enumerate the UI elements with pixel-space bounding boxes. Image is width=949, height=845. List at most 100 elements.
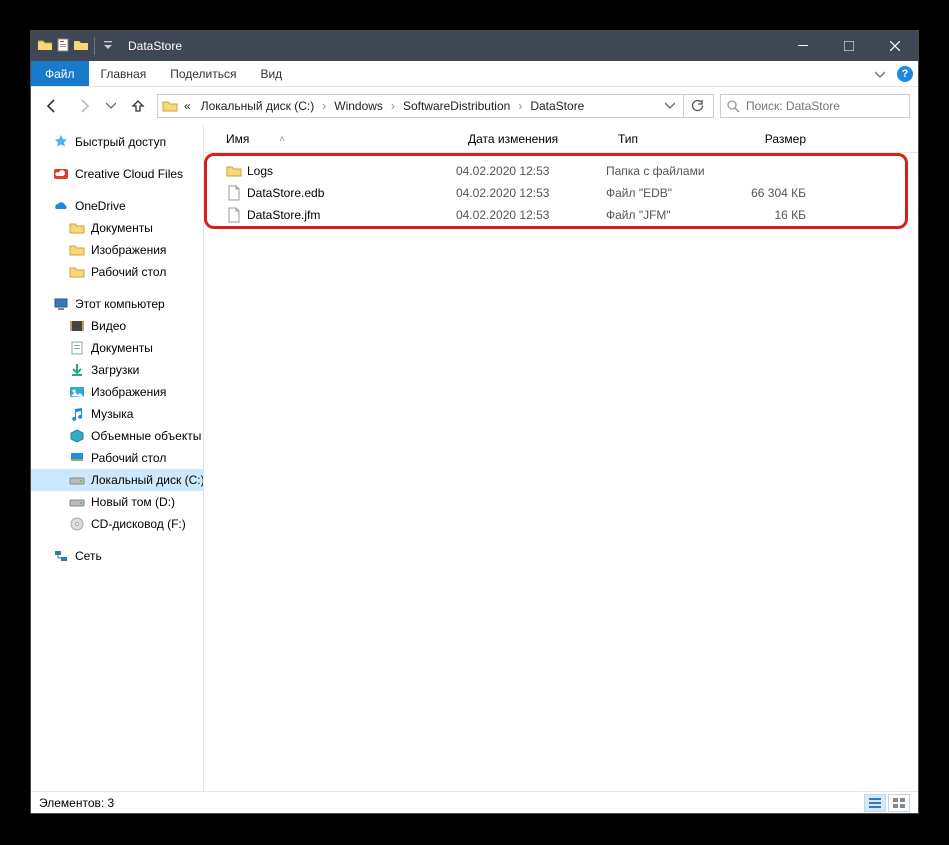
breadcrumb-item[interactable]: DataStore [526, 99, 588, 113]
chevron-right-icon[interactable]: › [516, 99, 524, 113]
search-box[interactable] [720, 94, 910, 118]
sidebar-item[interactable]: CD-дисковод (F:) [31, 513, 203, 535]
minimize-button[interactable] [780, 31, 826, 61]
breadcrumb-item[interactable]: Локальный диск (C:) [197, 99, 319, 113]
onedrive-icon [53, 198, 69, 214]
search-icon [727, 100, 740, 113]
sidebar-item[interactable]: Рабочий стол [31, 261, 203, 283]
sidebar-item-network[interactable]: Сеть [31, 545, 203, 567]
sidebar-label: Новый том (D:) [91, 495, 175, 509]
pc-icon [53, 296, 69, 312]
sidebar-item[interactable]: Документы [31, 337, 203, 359]
sidebar-item[interactable]: Документы [31, 217, 203, 239]
video-icon [69, 318, 85, 334]
docs-icon [69, 340, 85, 356]
column-date[interactable]: Дата изменения [456, 132, 606, 146]
sidebar-label: Локальный диск (C:) [91, 473, 204, 487]
down-icon [69, 362, 85, 378]
folder-icon [162, 98, 178, 114]
file-list[interactable]: Logs 04.02.2020 12:53 Папка с файлами Da… [204, 153, 908, 229]
ribbon: Файл Главная Поделиться Вид ? [31, 61, 918, 87]
img-icon [69, 384, 85, 400]
separator [94, 37, 95, 55]
column-type[interactable]: Тип [606, 132, 724, 146]
sidebar-item-onedrive[interactable]: OneDrive [31, 195, 203, 217]
sidebar-item-creative-cloud[interactable]: Creative Cloud Files [31, 163, 203, 185]
close-button[interactable] [872, 31, 918, 61]
sidebar-label: Загрузки [91, 363, 139, 377]
file-date: 04.02.2020 12:53 [456, 208, 606, 222]
sidebar-label: Изображения [91, 385, 166, 399]
file-date: 04.02.2020 12:53 [456, 164, 606, 178]
back-button[interactable] [39, 93, 65, 119]
sidebar-label: Быстрый доступ [75, 135, 166, 149]
help-button[interactable]: ? [892, 61, 918, 86]
creative-cloud-icon [53, 166, 69, 182]
breadcrumb-item[interactable]: SoftwareDistribution [399, 99, 514, 113]
file-list-pane: Имя˄ Дата изменения Тип Размер Logs 04.0… [204, 125, 918, 791]
column-size[interactable]: Размер [724, 132, 820, 146]
sidebar-item[interactable]: Видео [31, 315, 203, 337]
column-name[interactable]: Имя˄ [204, 132, 456, 146]
obj-icon [69, 428, 85, 444]
sidebar-item[interactable]: Рабочий стол [31, 447, 203, 469]
item-count-label: Элементов: 3 [39, 796, 114, 810]
table-row[interactable]: DataStore.jfm 04.02.2020 12:53 Файл "JFM… [207, 204, 905, 226]
sidebar-label: Рабочий стол [91, 451, 166, 465]
file-icon [226, 207, 242, 223]
folder-icon [37, 37, 53, 53]
file-date: 04.02.2020 12:53 [456, 186, 606, 200]
file-name: DataStore.jfm [247, 208, 320, 222]
new-folder-icon[interactable] [73, 37, 89, 53]
ribbon-file-tab[interactable]: Файл [31, 61, 89, 86]
file-icon [226, 185, 242, 201]
sidebar-label: Сеть [75, 549, 102, 563]
sidebar-item[interactable]: Изображения [31, 239, 203, 261]
sidebar-item-this-pc[interactable]: Этот компьютер [31, 293, 203, 315]
chevron-right-icon[interactable]: › [389, 99, 397, 113]
ribbon-tab-view[interactable]: Вид [248, 61, 294, 86]
sidebar-label: Creative Cloud Files [75, 167, 183, 181]
properties-icon[interactable] [55, 37, 71, 53]
navigation-pane[interactable]: Быстрый доступ Creative Cloud Files OneD… [31, 125, 204, 791]
ribbon-tab-share[interactable]: Поделиться [158, 61, 248, 86]
up-button[interactable] [125, 93, 151, 119]
sidebar-item[interactable]: Изображения [31, 381, 203, 403]
sidebar-item-quick-access[interactable]: Быстрый доступ [31, 131, 203, 153]
forward-button[interactable] [71, 93, 97, 119]
navigation-bar: « Локальный диск (C:)› Windows› Software… [31, 87, 918, 125]
explorer-window: DataStore Файл Главная Поделиться Вид ? … [30, 30, 919, 814]
folder-icon [69, 242, 85, 258]
maximize-button[interactable] [826, 31, 872, 61]
sidebar-item[interactable]: Локальный диск (C:) [31, 469, 203, 491]
qat-dropdown-icon[interactable] [100, 37, 116, 53]
breadcrumb-item[interactable]: Windows [330, 99, 387, 113]
ribbon-collapse-button[interactable] [868, 61, 892, 86]
address-bar[interactable]: « Локальный диск (C:)› Windows› Software… [157, 94, 714, 118]
window-title: DataStore [122, 39, 182, 53]
sidebar-item[interactable]: Объемные объекты [31, 425, 203, 447]
folder-icon [226, 163, 242, 179]
sidebar-item[interactable]: Новый том (D:) [31, 491, 203, 513]
sidebar-label: Документы [91, 341, 153, 355]
sidebar-label: Документы [91, 221, 153, 235]
details-view-button[interactable] [864, 794, 886, 812]
address-dropdown-button[interactable] [659, 101, 681, 111]
table-row[interactable]: Logs 04.02.2020 12:53 Папка с файлами [207, 160, 905, 182]
sidebar-label: OneDrive [75, 199, 126, 213]
sidebar-label: Видео [91, 319, 126, 333]
file-size: 16 КБ [724, 208, 820, 222]
recent-locations-button[interactable] [103, 93, 119, 119]
sidebar-item[interactable]: Музыка [31, 403, 203, 425]
sidebar-item[interactable]: Загрузки [31, 359, 203, 381]
sort-indicator-icon: ˄ [279, 134, 284, 144]
ribbon-tab-home[interactable]: Главная [89, 61, 159, 86]
drive-icon [69, 472, 85, 488]
chevron-right-icon[interactable]: › [320, 99, 328, 113]
thumbnails-view-button[interactable] [888, 794, 910, 812]
refresh-button[interactable] [683, 95, 709, 117]
column-headers[interactable]: Имя˄ Дата изменения Тип Размер [204, 125, 918, 153]
titlebar[interactable]: DataStore [31, 31, 918, 61]
table-row[interactable]: DataStore.edb 04.02.2020 12:53 Файл "EDB… [207, 182, 905, 204]
search-input[interactable] [746, 99, 903, 113]
